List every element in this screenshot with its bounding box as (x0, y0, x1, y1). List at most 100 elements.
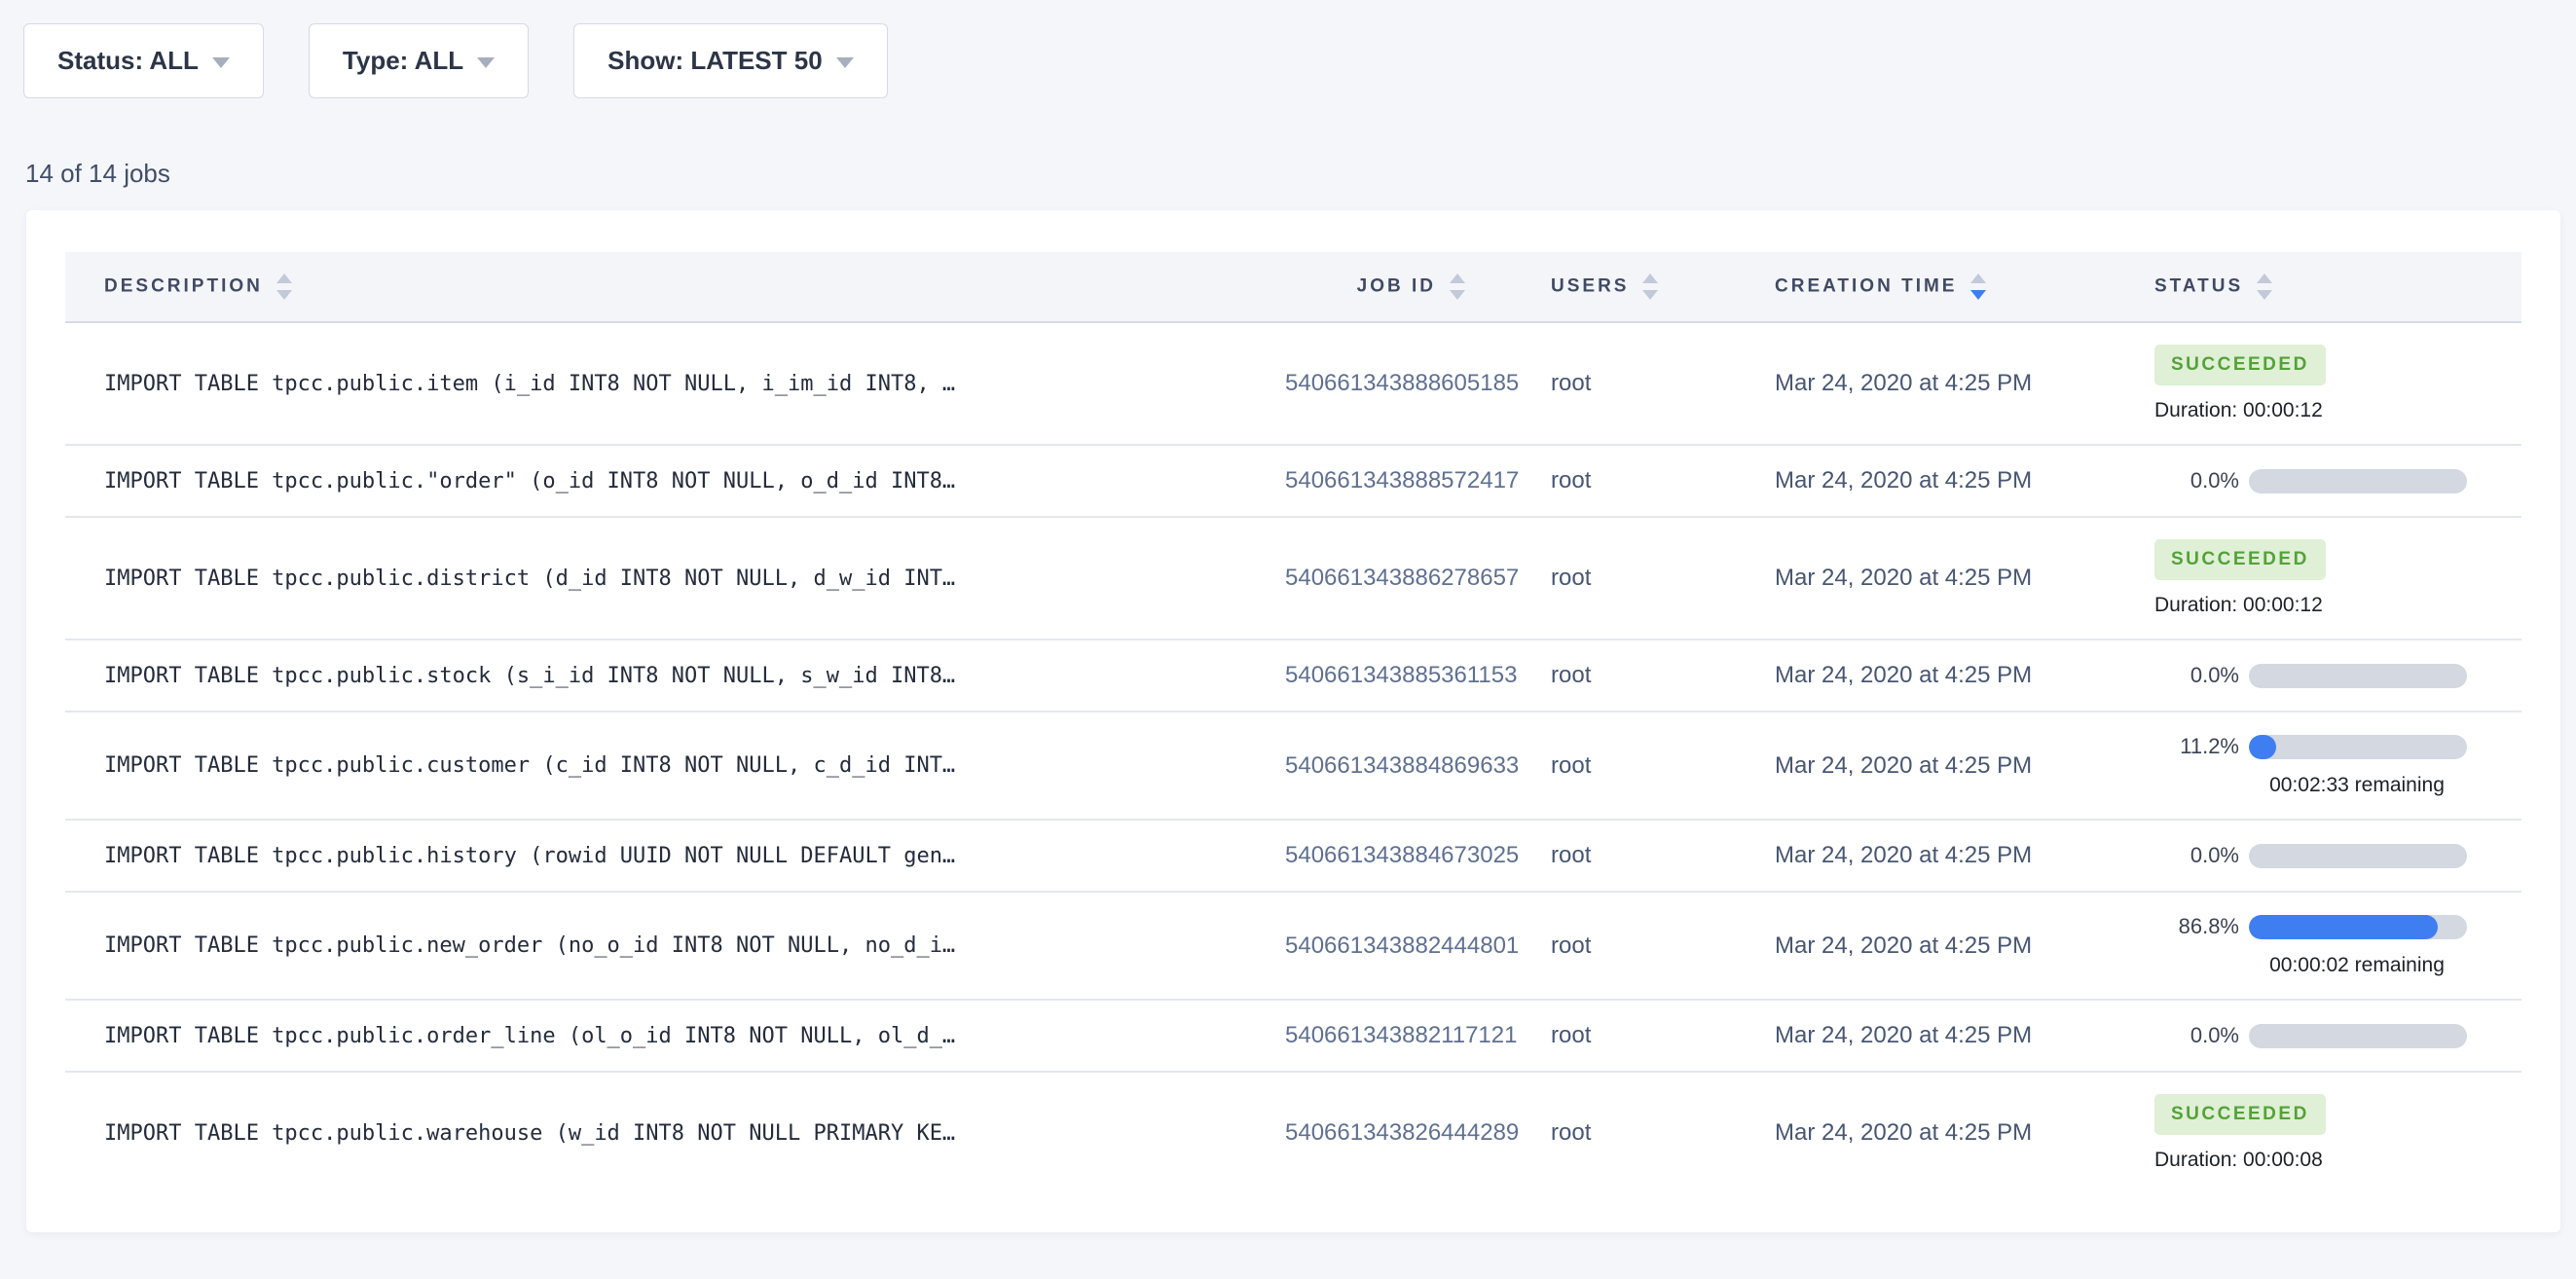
sort-desc-icon[interactable] (1970, 290, 1986, 300)
job-id-cell: 540661343888572417 (1285, 445, 1480, 517)
job-description: IMPORT TABLE tpcc.public.customer (c_id … (65, 712, 1285, 820)
progress-percent: 11.2% (2154, 734, 2239, 759)
job-user: root (1480, 322, 1743, 445)
progress-percent: 0.0% (2154, 663, 2239, 688)
job-creation-time: Mar 24, 2020 at 4:25 PM (1743, 1000, 2122, 1072)
job-creation-time: Mar 24, 2020 at 4:25 PM (1743, 1072, 2122, 1193)
job-description: IMPORT TABLE tpcc.public."order" (o_id I… (65, 445, 1285, 517)
sort-arrows[interactable] (2257, 274, 2272, 300)
sort-arrows[interactable] (1642, 274, 1658, 300)
job-id-cell: 540661343884673025 (1285, 820, 1480, 892)
status-progress: 0.0% (2154, 663, 2521, 688)
job-id-link[interactable]: 540661343885361153 (1285, 662, 1517, 688)
job-status-cell: 0.0% (2122, 445, 2521, 517)
progress-bar (2249, 844, 2467, 868)
status-progress: 11.2% 00:02:33 remaining (2154, 734, 2521, 797)
jobs-filter-bar: Status: ALL Type: ALL Show: LATEST 50 (0, 0, 2576, 98)
job-row: IMPORT TABLE tpcc.public.order_line (ol_… (65, 1000, 2521, 1072)
column-header-job-id[interactable]: JOB ID (1285, 252, 1480, 322)
job-duration: Duration: 00:00:12 (2154, 594, 2521, 617)
sort-desc-icon[interactable] (1450, 290, 1465, 300)
job-duration: Duration: 00:00:08 (2154, 1149, 2521, 1172)
job-id-cell: 540661343882444801 (1285, 892, 1480, 1000)
table-header-row: DESCRIPTION JOB ID USERS CREATION TIME S… (65, 252, 2521, 322)
type-filter-label: Type: ALL (343, 46, 463, 76)
status-filter-label: Status: ALL (57, 46, 199, 76)
sort-asc-icon[interactable] (276, 274, 292, 283)
job-user: root (1480, 517, 1743, 640)
chevron-down-icon (477, 57, 495, 68)
jobs-count-summary: 14 of 14 jobs (25, 159, 2576, 189)
job-id-link[interactable]: 540661343884673025 (1285, 842, 1519, 868)
job-user: root (1480, 640, 1743, 712)
job-description: IMPORT TABLE tpcc.public.district (d_id … (65, 517, 1285, 640)
job-id-cell: 540661343826444289 (1285, 1072, 1480, 1193)
column-header-users[interactable]: USERS (1480, 252, 1743, 322)
sort-asc-icon[interactable] (2257, 274, 2272, 283)
status-progress: 86.8% 00:00:02 remaining (2154, 914, 2521, 977)
jobs-table: DESCRIPTION JOB ID USERS CREATION TIME S… (65, 252, 2521, 1193)
job-id-link[interactable]: 540661343886278657 (1285, 565, 1519, 591)
progress-line: 0.0% (2154, 843, 2521, 868)
job-status-cell: 11.2% 00:02:33 remaining (2122, 712, 2521, 820)
job-id-link[interactable]: 540661343888572417 (1285, 467, 1519, 493)
job-status-cell: 86.8% 00:00:02 remaining (2122, 892, 2521, 1000)
job-status-cell: 0.0% (2122, 640, 2521, 712)
progress-percent: 86.8% (2154, 914, 2239, 939)
job-description: IMPORT TABLE tpcc.public.new_order (no_o… (65, 892, 1285, 1000)
sort-desc-icon[interactable] (2257, 290, 2272, 300)
progress-line: 0.0% (2154, 468, 2521, 493)
show-filter-label: Show: LATEST 50 (607, 46, 823, 76)
progress-percent: 0.0% (2154, 468, 2239, 493)
job-user: root (1480, 445, 1743, 517)
job-row: IMPORT TABLE tpcc.public.customer (c_id … (65, 712, 2521, 820)
job-user: root (1480, 892, 1743, 1000)
progress-remaining: 00:00:02 remaining (2247, 954, 2467, 977)
job-duration: Duration: 00:00:12 (2154, 399, 2521, 422)
column-header-creation-time[interactable]: CREATION TIME (1743, 252, 2122, 322)
sort-arrows[interactable] (1970, 274, 1986, 300)
job-creation-time: Mar 24, 2020 at 4:25 PM (1743, 517, 2122, 640)
sort-asc-icon[interactable] (1970, 274, 1986, 283)
job-id-link[interactable]: 540661343826444289 (1285, 1119, 1519, 1146)
progress-bar (2249, 664, 2467, 688)
show-filter-dropdown[interactable]: Show: LATEST 50 (573, 23, 888, 98)
status-filter-dropdown[interactable]: Status: ALL (23, 23, 264, 98)
job-row: IMPORT TABLE tpcc.public."order" (o_id I… (65, 445, 2521, 517)
progress-line: 11.2% (2154, 734, 2521, 759)
job-id-link[interactable]: 540661343884869633 (1285, 752, 1519, 779)
sort-asc-icon[interactable] (1642, 274, 1658, 283)
job-status-cell: 0.0% (2122, 1000, 2521, 1072)
sort-desc-icon[interactable] (1642, 290, 1658, 300)
job-id-cell: 540661343885361153 (1285, 640, 1480, 712)
sort-asc-icon[interactable] (1450, 274, 1465, 283)
progress-bar (2249, 1024, 2467, 1048)
job-id-link[interactable]: 540661343888605185 (1285, 370, 1519, 396)
sort-arrows[interactable] (276, 274, 292, 300)
job-row: IMPORT TABLE tpcc.public.new_order (no_o… (65, 892, 2521, 1000)
type-filter-dropdown[interactable]: Type: ALL (309, 23, 529, 98)
job-description: IMPORT TABLE tpcc.public.stock (s_i_id I… (65, 640, 1285, 712)
job-row: IMPORT TABLE tpcc.public.item (i_id INT8… (65, 322, 2521, 445)
status-badge: SUCCEEDED (2154, 539, 2326, 580)
progress-line: 0.0% (2154, 1023, 2521, 1048)
job-status-cell: SUCCEEDED Duration: 00:00:08 (2122, 1072, 2521, 1193)
job-status-cell: SUCCEEDED Duration: 00:00:12 (2122, 517, 2521, 640)
job-creation-time: Mar 24, 2020 at 4:25 PM (1743, 445, 2122, 517)
sort-desc-icon[interactable] (276, 290, 292, 300)
progress-line: 0.0% (2154, 663, 2521, 688)
job-id-link[interactable]: 540661343882444801 (1285, 932, 1519, 959)
job-description: IMPORT TABLE tpcc.public.item (i_id INT8… (65, 322, 1285, 445)
sort-arrows[interactable] (1450, 274, 1465, 300)
job-status-cell: 0.0% (2122, 820, 2521, 892)
job-creation-time: Mar 24, 2020 at 4:25 PM (1743, 712, 2122, 820)
progress-bar (2249, 469, 2467, 493)
progress-fill (2249, 735, 2276, 759)
job-row: IMPORT TABLE tpcc.public.warehouse (w_id… (65, 1072, 2521, 1193)
progress-remaining: 00:02:33 remaining (2247, 774, 2467, 797)
column-header-status[interactable]: STATUS (2122, 252, 2521, 322)
column-header-description[interactable]: DESCRIPTION (65, 252, 1285, 322)
chevron-down-icon (212, 57, 230, 68)
job-id-link[interactable]: 540661343882117121 (1285, 1022, 1517, 1048)
progress-percent: 0.0% (2154, 843, 2239, 868)
